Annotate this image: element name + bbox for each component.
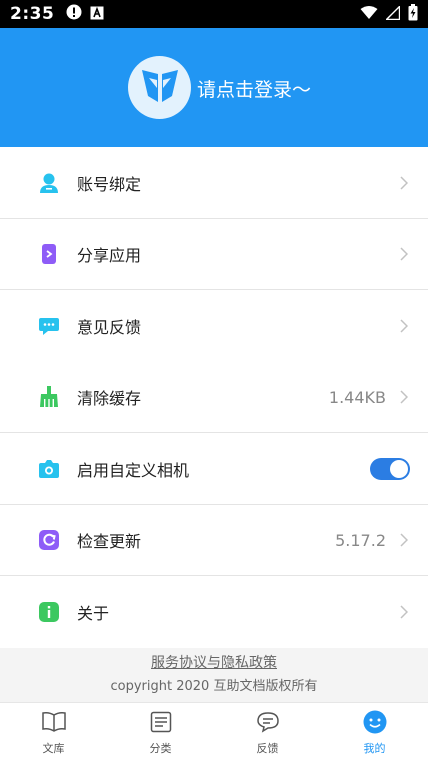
tab-feedback[interactable]: 反馈 <box>214 703 321 760</box>
share-phone-icon <box>38 243 60 265</box>
tab-category[interactable]: 分类 <box>107 703 214 760</box>
wifi-icon <box>360 5 378 24</box>
custom-camera-toggle[interactable] <box>370 457 410 480</box>
chevron-right-icon <box>398 604 410 620</box>
chat-bubble-icon <box>38 315 60 337</box>
menu-item-feedback[interactable]: 意见反馈 <box>0 290 428 362</box>
bottom-tab-bar: 文库 分类 反馈 我的 <box>0 702 428 760</box>
menu-label: 分享应用 <box>77 246 142 266</box>
settings-menu: 账号绑定 分享应用 意见反馈 清除缓存 1.44KB 启用自定义相机 检查更新 … <box>0 147 428 648</box>
status-time: 2:35 <box>10 4 55 24</box>
app-logo-icon <box>140 68 180 108</box>
tab-mine[interactable]: 我的 <box>321 703 428 760</box>
tab-label: 我的 <box>363 742 386 755</box>
tab-label: 文库 <box>42 742 65 755</box>
status-bar: 2:35 <box>0 0 428 28</box>
list-icon <box>148 709 174 735</box>
info-icon <box>38 601 60 623</box>
menu-label: 关于 <box>77 603 110 623</box>
chevron-right-icon <box>398 532 410 548</box>
alert-icon <box>66 4 82 24</box>
avatar[interactable] <box>128 56 191 119</box>
copyright-text: copyright 2020 互助文档版权所有 <box>110 679 318 694</box>
chevron-right-icon <box>398 246 410 262</box>
menu-item-custom-camera: 启用自定义相机 <box>0 433 428 505</box>
menu-item-account-binding[interactable]: 账号绑定 <box>0 147 428 219</box>
menu-item-check-update[interactable]: 检查更新 5.17.2 <box>0 505 428 577</box>
toggle-knob <box>390 459 408 478</box>
smile-face-icon <box>362 709 388 735</box>
tab-library[interactable]: 文库 <box>0 703 107 760</box>
menu-label: 检查更新 <box>77 532 142 552</box>
chevron-right-icon <box>398 175 410 191</box>
tab-label: 分类 <box>149 742 172 755</box>
chevron-right-icon <box>398 318 410 334</box>
footer: 服务协议与隐私政策 copyright 2020 互助文档版权所有 <box>0 640 428 702</box>
menu-item-share-app[interactable]: 分享应用 <box>0 219 428 291</box>
profile-header: 请点击登录～ <box>0 28 428 147</box>
menu-item-about[interactable]: 关于 <box>0 576 428 648</box>
broom-icon <box>38 386 60 408</box>
menu-label: 清除缓存 <box>77 389 142 409</box>
tab-label: 反馈 <box>256 742 279 755</box>
menu-item-clear-cache[interactable]: 清除缓存 1.44KB <box>0 362 428 434</box>
signal-icon <box>384 4 401 24</box>
login-prompt[interactable]: 请点击登录～ <box>197 75 311 102</box>
policy-link[interactable]: 服务协议与隐私政策 <box>0 652 428 672</box>
book-icon <box>41 709 67 735</box>
message-icon <box>255 709 281 735</box>
menu-label: 意见反馈 <box>77 317 142 337</box>
cache-size-value: 1.44KB <box>328 387 386 407</box>
menu-label: 启用自定义相机 <box>77 460 190 480</box>
keyboard-a-icon <box>90 5 104 24</box>
user-icon <box>38 172 60 194</box>
version-value: 5.17.2 <box>335 530 386 550</box>
chevron-right-icon <box>398 389 410 405</box>
battery-charging-icon <box>408 3 418 25</box>
menu-label: 账号绑定 <box>77 174 142 194</box>
refresh-icon <box>38 529 60 551</box>
camera-icon <box>38 458 60 480</box>
